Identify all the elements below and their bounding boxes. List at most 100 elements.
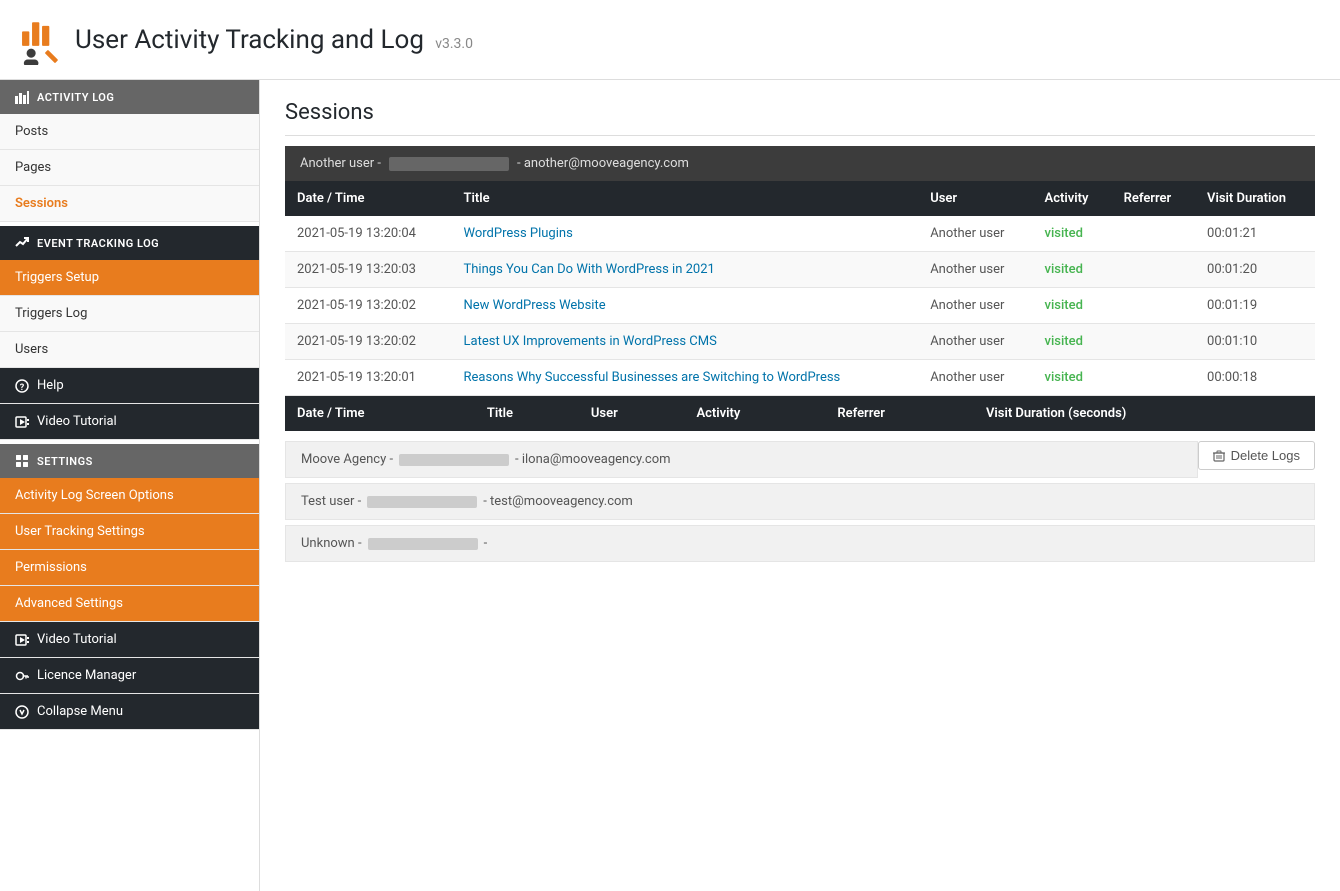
cell-referrer bbox=[1112, 324, 1195, 360]
chart-icon bbox=[15, 90, 29, 104]
sidebar-item-user-tracking-settings[interactable]: User Tracking Settings bbox=[0, 514, 259, 550]
cell-datetime: 2021-05-19 13:20:03 bbox=[285, 252, 452, 288]
help-icon: ? bbox=[15, 379, 29, 393]
sidebar-item-licence-manager[interactable]: Licence Manager bbox=[0, 658, 259, 694]
sidebar-item-help[interactable]: ? Help bbox=[0, 368, 259, 404]
cell-duration: 00:01:10 bbox=[1195, 324, 1315, 360]
video-tutorial-2-label: Video Tutorial bbox=[37, 632, 117, 647]
cell-title[interactable]: New WordPress Website bbox=[452, 288, 919, 324]
app-title: User Activity Tracking and Log bbox=[75, 25, 424, 55]
bottom-users-container: Moove Agency - - ilona@mooveagency.com Tes… bbox=[285, 441, 1315, 562]
cell-referrer bbox=[1112, 360, 1195, 396]
app-version: v3.3.0 bbox=[435, 36, 473, 52]
sidebar-item-users[interactable]: Users bbox=[0, 332, 259, 368]
user-bar-blurred-2 bbox=[368, 538, 478, 550]
app-title-container: User Activity Tracking and Log v3.3.0 bbox=[75, 25, 473, 55]
table-row: 2021-05-19 13:20:02 New WordPress Websit… bbox=[285, 288, 1315, 324]
cell-user: Another user bbox=[918, 324, 1032, 360]
user-bar: Test user -- test@mooveagency.com bbox=[285, 483, 1315, 520]
cell-duration: 00:01:19 bbox=[1195, 288, 1315, 324]
cell-datetime: 2021-05-19 13:20:02 bbox=[285, 288, 452, 324]
cell-datetime: 2021-05-19 13:20:04 bbox=[285, 216, 452, 252]
licence-manager-label: Licence Manager bbox=[37, 668, 136, 683]
page-title: Sessions bbox=[285, 100, 1315, 136]
col-f-user: User bbox=[579, 396, 685, 431]
help-label: Help bbox=[37, 378, 64, 393]
trash-icon bbox=[1213, 450, 1225, 462]
cell-title[interactable]: Reasons Why Successful Businesses are Sw… bbox=[452, 360, 919, 396]
table-footer-header-row: Date / Time Title User Activity Referrer… bbox=[285, 396, 1315, 431]
cell-activity: visited bbox=[1033, 288, 1112, 324]
cell-activity: visited bbox=[1033, 216, 1112, 252]
table-row: 2021-05-19 13:20:01 Reasons Why Successf… bbox=[285, 360, 1315, 396]
sidebar-section-settings: SETTINGS bbox=[0, 444, 259, 478]
cell-referrer bbox=[1112, 216, 1195, 252]
sidebar-item-triggers-setup[interactable]: Triggers Setup bbox=[0, 260, 259, 296]
event-tracking-section-label: EVENT TRACKING LOG bbox=[37, 237, 159, 250]
sidebar-section-event-tracking: EVENT TRACKING LOG bbox=[0, 226, 259, 260]
sessions-table: Date / Time Title User Activity Referrer… bbox=[285, 181, 1315, 396]
main-layout: ACTIVITY LOG Posts Pages Sessions EVENT … bbox=[0, 80, 1340, 891]
sidebar-item-permissions[interactable]: Permissions bbox=[0, 550, 259, 586]
sidebar-section-activity-log: ACTIVITY LOG bbox=[0, 80, 259, 114]
table-header-row: Date / Time Title User Activity Referrer… bbox=[285, 181, 1315, 216]
sidebar-item-activity-log-screen-options[interactable]: Activity Log Screen Options bbox=[0, 478, 259, 514]
col-f-duration: Visit Duration (seconds) bbox=[974, 396, 1315, 431]
user-bar: Unknown - - bbox=[285, 525, 1315, 562]
sidebar-item-posts[interactable]: Posts bbox=[0, 114, 259, 150]
col-referrer: Referrer bbox=[1112, 181, 1195, 216]
sidebar-item-sessions[interactable]: Sessions bbox=[0, 186, 259, 222]
settings-section-label: SETTINGS bbox=[37, 455, 93, 468]
sidebar-item-video-tutorial-2[interactable]: Video Tutorial bbox=[0, 622, 259, 658]
cell-referrer bbox=[1112, 288, 1195, 324]
col-f-activity: Activity bbox=[684, 396, 825, 431]
cell-title[interactable]: WordPress Plugins bbox=[452, 216, 919, 252]
svg-text:?: ? bbox=[20, 383, 25, 393]
activity-log-section-label: ACTIVITY LOG bbox=[37, 91, 114, 104]
table-row: 2021-05-19 13:20:04 WordPress Plugins An… bbox=[285, 216, 1315, 252]
user-bar-email-2: - bbox=[484, 536, 488, 551]
table-row: 2021-05-19 13:20:02 Latest UX Improvemen… bbox=[285, 324, 1315, 360]
user-header-email: - another@mooveagency.com bbox=[517, 156, 689, 171]
sidebar-item-video-tutorial-1[interactable]: Video Tutorial bbox=[0, 404, 259, 440]
cell-activity: visited bbox=[1033, 324, 1112, 360]
cell-title[interactable]: Latest UX Improvements in WordPress CMS bbox=[452, 324, 919, 360]
cell-referrer bbox=[1112, 252, 1195, 288]
video-tutorial-1-label: Video Tutorial bbox=[37, 414, 117, 429]
cell-duration: 00:01:20 bbox=[1195, 252, 1315, 288]
user-header-prefix: Another user - bbox=[300, 156, 381, 171]
cell-title[interactable]: Things You Can Do With WordPress in 2021 bbox=[452, 252, 919, 288]
cell-duration: 00:01:21 bbox=[1195, 216, 1315, 252]
delete-logs-label: Delete Logs bbox=[1231, 448, 1300, 463]
col-f-referrer: Referrer bbox=[825, 396, 974, 431]
collapse-menu-label: Collapse Menu bbox=[37, 704, 123, 719]
app-header: User Activity Tracking and Log v3.3.0 bbox=[0, 0, 1340, 80]
user-bar: Moove Agency - - ilona@mooveagency.com bbox=[285, 441, 1198, 478]
sidebar: ACTIVITY LOG Posts Pages Sessions EVENT … bbox=[0, 80, 260, 891]
col-title: Title bbox=[452, 181, 919, 216]
user-bar-name-1: Test user - bbox=[301, 494, 361, 509]
table-row: 2021-05-19 13:20:03 Things You Can Do Wi… bbox=[285, 252, 1315, 288]
sidebar-item-triggers-log[interactable]: Triggers Log bbox=[0, 296, 259, 332]
cell-user: Another user bbox=[918, 360, 1032, 396]
user-bar-blurred-1 bbox=[367, 496, 477, 508]
grid-icon bbox=[15, 454, 29, 468]
delete-logs-button[interactable]: Delete Logs bbox=[1198, 441, 1315, 470]
video-icon-2 bbox=[15, 633, 29, 647]
sidebar-item-pages[interactable]: Pages bbox=[0, 150, 259, 186]
col-datetime: Date / Time bbox=[285, 181, 452, 216]
col-user: User bbox=[918, 181, 1032, 216]
user-bar-email-0: - ilona@mooveagency.com bbox=[515, 452, 671, 467]
user-bar-blurred-0 bbox=[399, 454, 509, 466]
key-icon bbox=[15, 669, 29, 683]
sessions-table-footer: Date / Time Title User Activity Referrer… bbox=[285, 396, 1315, 431]
sidebar-item-collapse-menu[interactable]: Collapse Menu bbox=[0, 694, 259, 730]
user-bar-name-2: Unknown - bbox=[301, 536, 362, 551]
cell-datetime: 2021-05-19 13:20:01 bbox=[285, 360, 452, 396]
col-activity: Activity bbox=[1033, 181, 1112, 216]
sidebar-item-advanced-settings[interactable]: Advanced Settings bbox=[0, 586, 259, 622]
col-f-title: Title bbox=[475, 396, 579, 431]
user-bar-name-0: Moove Agency - bbox=[301, 452, 393, 467]
col-duration: Visit Duration bbox=[1195, 181, 1315, 216]
cell-activity: visited bbox=[1033, 360, 1112, 396]
